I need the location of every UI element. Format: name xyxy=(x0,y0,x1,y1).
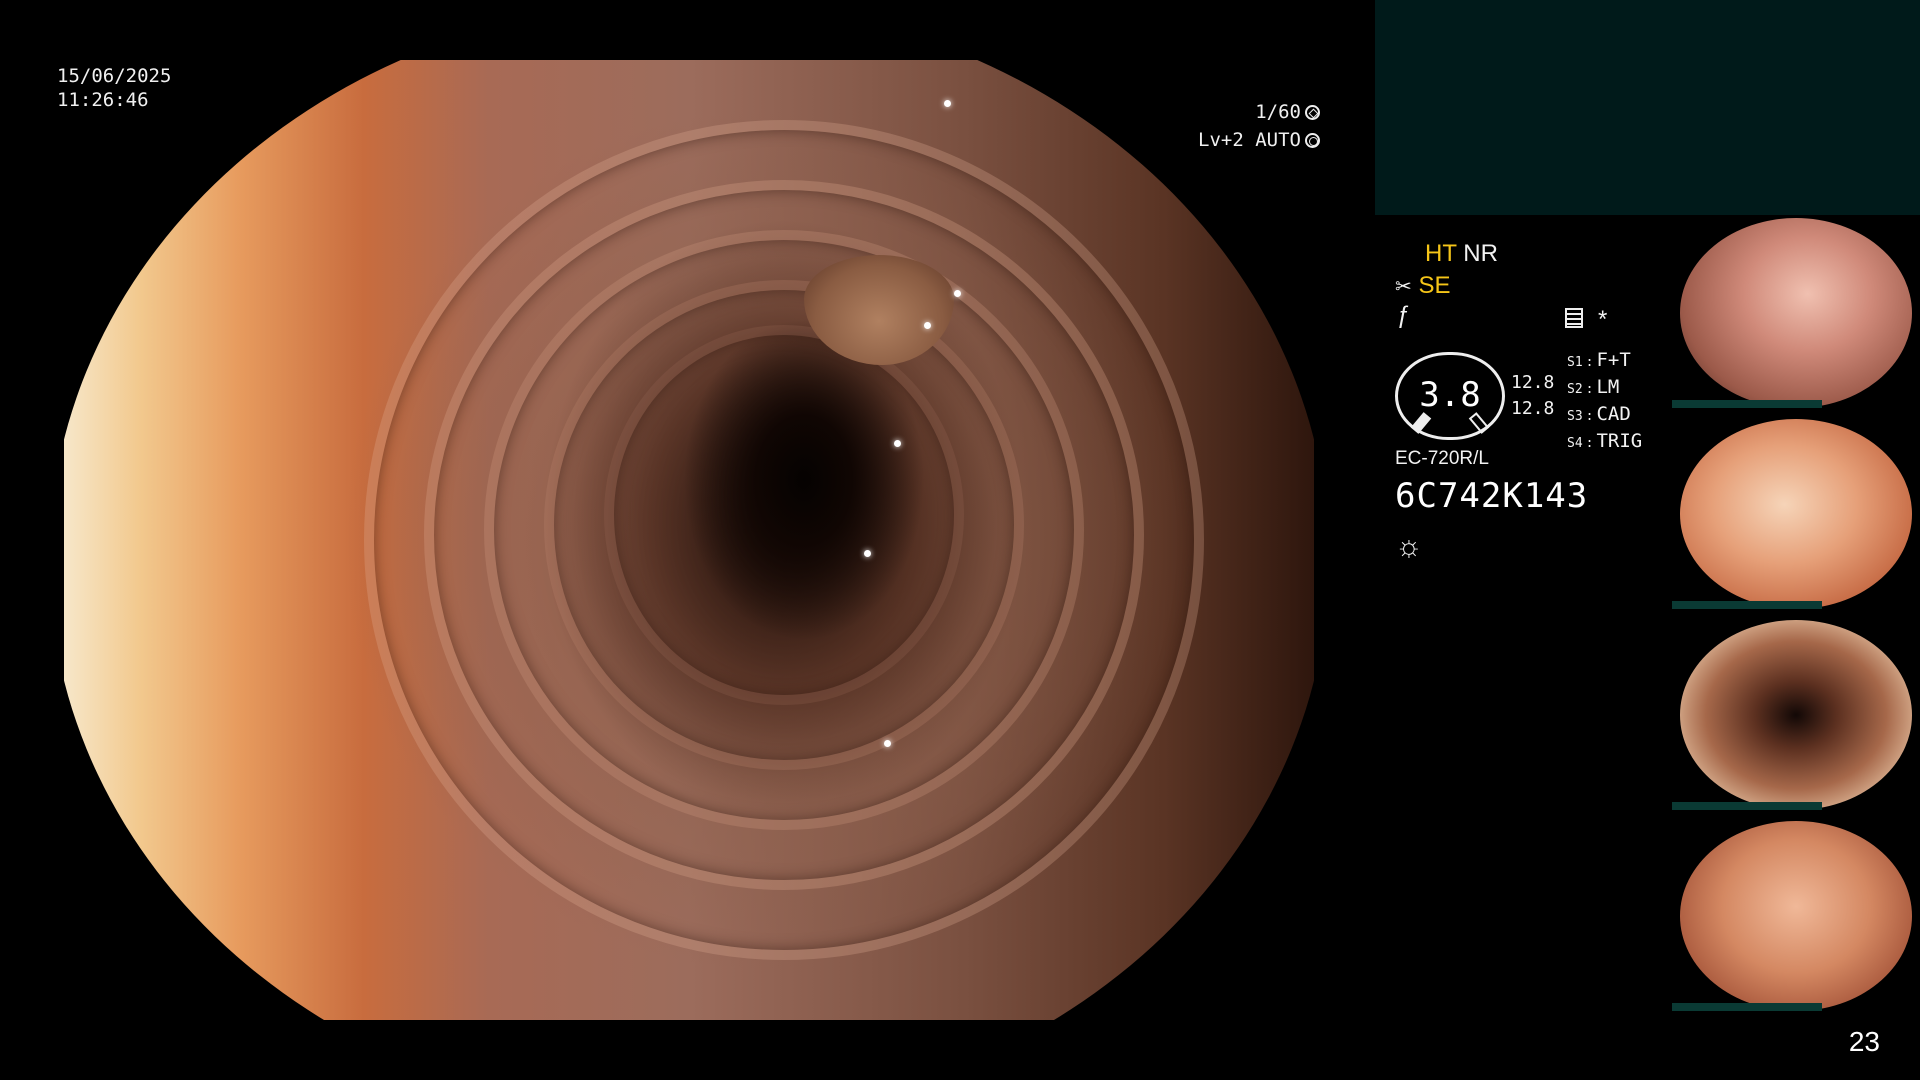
light-reflection xyxy=(944,100,951,107)
thumbnail-bar xyxy=(1672,400,1822,408)
switch-item-s2: S2: LM xyxy=(1567,376,1620,398)
gauge-marker-outline xyxy=(1468,412,1490,434)
ht-label: HT xyxy=(1425,240,1457,267)
exposure-level: Lv+2 AUTO xyxy=(1198,129,1301,151)
shutter-row: 1/60 xyxy=(1198,98,1320,126)
light-reflection xyxy=(954,290,961,297)
date-text: 15/06/2025 xyxy=(57,65,172,87)
switch-assignments: S1: F+T S2: LM S3: CAD S4: TRIG xyxy=(1567,348,1642,456)
thumbnail-image[interactable] xyxy=(1672,620,1920,810)
endoscopic-view xyxy=(64,60,1314,1020)
se-row: ✂ SE xyxy=(1395,272,1450,300)
info-panel-box xyxy=(1375,0,1920,215)
switch-item-s3: S3: CAD xyxy=(1567,403,1631,425)
time-text: 11:26:46 xyxy=(57,89,149,111)
switch-key: S2 xyxy=(1567,382,1583,397)
se-label: SE xyxy=(1418,272,1451,299)
light-reflection xyxy=(924,322,931,329)
scope-serial: 6C742K143 xyxy=(1395,476,1589,516)
star-label: * xyxy=(1598,306,1608,333)
light-reflection xyxy=(884,740,891,747)
light-reflection xyxy=(894,440,901,447)
switch-key: S4 xyxy=(1567,436,1583,451)
thumbnail-image[interactable] xyxy=(1672,419,1920,609)
gauge-side-value: 12.8 xyxy=(1511,398,1555,419)
switch-key: S3 xyxy=(1567,409,1583,424)
switch-item-s1: S1: F+T xyxy=(1567,349,1631,371)
gauge-marker-filled xyxy=(1410,412,1432,434)
f-icon: ƒ xyxy=(1397,302,1411,329)
switch-label: CAD xyxy=(1596,403,1631,425)
shutter-speed: 1/60 xyxy=(1255,101,1301,123)
thumbnail-strip xyxy=(1672,218,1920,1022)
thumbnail-bar xyxy=(1672,601,1822,609)
zoom-gauge: 3.8 xyxy=(1395,352,1505,440)
gauge-side-value: 12.8 xyxy=(1511,372,1555,393)
endoscopy-screen: 15/06/2025 11:26:46 1/60 Lv+2 AUTO HT NR… xyxy=(0,0,1920,1080)
thumbnail-picture xyxy=(1680,821,1912,1011)
thumbnail-picture xyxy=(1680,620,1912,810)
switch-label: TRIG xyxy=(1596,430,1643,452)
light-reflection xyxy=(864,550,871,557)
scissor-icon: ✂ xyxy=(1395,276,1412,298)
shutter-icon xyxy=(1305,104,1320,120)
iris-icon xyxy=(1305,132,1320,148)
datetime-overlay: 15/06/2025 11:26:46 xyxy=(57,64,171,112)
nr-label: NR xyxy=(1463,240,1498,267)
thumbnail-picture xyxy=(1680,419,1912,609)
thumbnail-bar xyxy=(1672,1003,1822,1011)
thumbnail-picture xyxy=(1680,218,1912,408)
sun-icon: ☼ xyxy=(1395,530,1423,563)
scope-model: EC-720R/L xyxy=(1395,448,1489,469)
switch-label: F+T xyxy=(1596,349,1631,371)
exposure-readout: 1/60 Lv+2 AUTO xyxy=(1198,98,1320,154)
mucosal-fold xyxy=(604,325,964,705)
thumbnail-image[interactable] xyxy=(1672,218,1920,408)
thumbnail-bar xyxy=(1672,802,1822,810)
ht-nr-row: HT NR xyxy=(1425,240,1498,268)
switch-key: S1 xyxy=(1567,355,1583,370)
thumbnail-image[interactable] xyxy=(1672,821,1920,1011)
level-row: Lv+2 AUTO xyxy=(1198,126,1320,154)
gauge-value: 3.8 xyxy=(1419,375,1481,415)
memo-icon xyxy=(1565,308,1583,328)
page-number: 23 xyxy=(1848,1026,1880,1057)
switch-item-s4: S4: TRIG xyxy=(1567,430,1643,452)
switch-label: LM xyxy=(1596,376,1620,398)
